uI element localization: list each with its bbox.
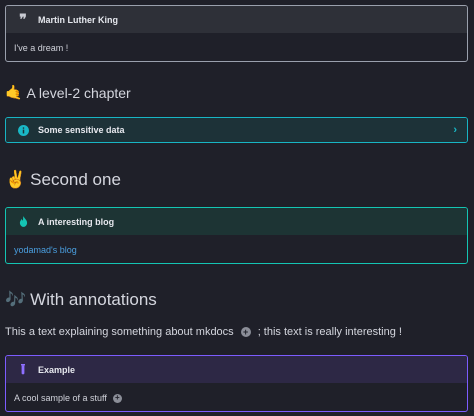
- flame-icon: [17, 216, 29, 228]
- musical-notes-icon: 🎶: [5, 290, 27, 309]
- heading-level-2-chapter: 🤙 A level-2 chapter: [5, 84, 131, 101]
- annotation-paragraph: This a text explaining something about m…: [5, 326, 402, 338]
- call-me-hand-icon: 🤙: [5, 84, 23, 100]
- heading-with-annotations: 🎶 With annotations: [5, 290, 157, 310]
- heading-text: A level-2 chapter: [26, 84, 131, 101]
- paragraph-text-after: ; this text is really interesting !: [257, 326, 402, 338]
- heading-text: Second one: [30, 170, 121, 189]
- blog-title-text: A interesting blog: [38, 216, 115, 227]
- paragraph-text-before: This a text explaining something about m…: [5, 326, 234, 338]
- annotation-plus-icon[interactable]: +: [240, 327, 251, 337]
- blog-admonition: A interesting blog yodamad's blog: [5, 207, 468, 264]
- flask-icon: [17, 363, 29, 376]
- blog-link[interactable]: yodamad's blog: [14, 245, 77, 255]
- quote-title-text: Martin Luther King: [38, 14, 118, 25]
- example-admonition-title: Example: [6, 356, 467, 383]
- heading-text: With annotations: [30, 290, 157, 309]
- example-title-text: Example: [38, 364, 76, 375]
- annotation-plus-icon[interactable]: +: [112, 393, 122, 403]
- blog-admonition-title: A interesting blog: [6, 208, 467, 235]
- sensitive-admonition-title[interactable]: Some sensitive data ›: [6, 118, 467, 142]
- sensitive-data-collapsible[interactable]: Some sensitive data ›: [5, 117, 468, 143]
- chevron-right-icon[interactable]: ›: [453, 124, 457, 136]
- info-icon: [17, 124, 29, 136]
- quote-admonition-title: ❞ Martin Luther King: [6, 6, 467, 33]
- sensitive-title-text: Some sensitive data: [38, 125, 125, 135]
- victory-hand-icon: ✌️: [5, 170, 27, 189]
- example-admonition: Example A cool sample of a stuff +: [5, 355, 468, 412]
- heading-second-one: ✌️ Second one: [5, 170, 121, 190]
- example-body-text: A cool sample of a stuff: [14, 393, 107, 403]
- quote-body: I've a dream !: [14, 43, 69, 53]
- quote-icon: ❞: [19, 11, 27, 28]
- quote-admonition: ❞ Martin Luther King I've a dream !: [5, 5, 468, 62]
